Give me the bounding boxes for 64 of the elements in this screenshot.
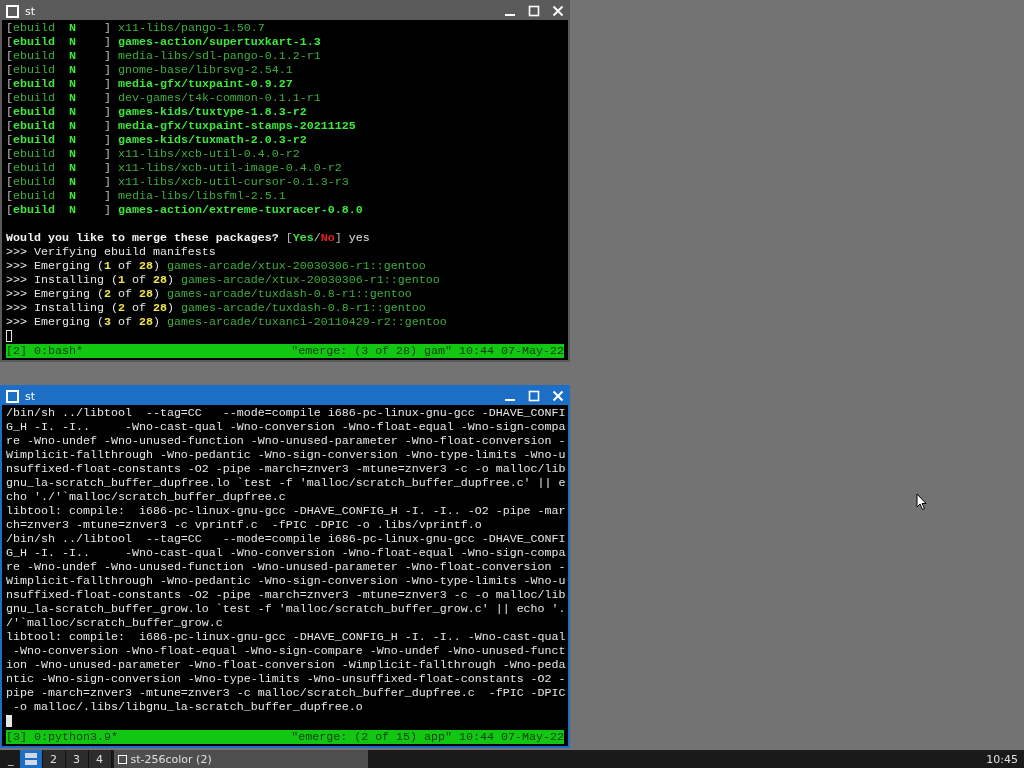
task-button[interactable]: st-256color (2) [113,750,368,768]
clock: 10:45 [986,752,1019,766]
terminal-line: >>> Emerging (3 of 28) games-arcade/tuxanci-20110429-r2::gentoo [6,315,448,329]
window-title: st [25,4,36,18]
terminal-line: /bin/sh ../libtool --tag=CC --mode=compile i686-pc-linux-gnu-gcc -DHAVE_CONFI [6,532,564,546]
terminal-line: [ebuild N ] x11-libs/xcb-util-0.4.0-r2 [6,147,301,161]
terminal-line: >>> Installing (2 of 28) games-arcade/tuxdash-0.8-r1::gentoo [6,301,427,315]
terminal-line: /'`malloc/scratch_buffer_grow.c [6,616,224,630]
terminal-line: Would you like to merge these packages? [Yes/No] yes [6,231,371,245]
tile-layout-icon [23,752,38,766]
close-icon[interactable] [552,5,564,17]
terminal-line: [ebuild N ] x11-libs/xcb-util-image-0.4.0-r2 [6,161,343,175]
terminal-line: gnu_la-scratch_buffer_grow.lo `test -f 'malloc/scratch_buffer_grow.c' || echo '. [6,602,564,616]
terminal-line: [ebuild N ] media-gfx/tuxpaint-0.9.27 [6,77,294,91]
terminal-line: gnu_la-scratch_buffer_dupfree.lo `test -f 'malloc/scratch_buffer_dupfree.c' || e [6,476,564,490]
terminal-line: libtool: compile: i686-pc-linux-gnu-gcc -DHAVE_CONFIG_H -I. -I.. -Wno-cast-qual [6,630,564,644]
terminal-line: [ebuild N ] games-action/extreme-tuxracer-0.8.0 [6,203,364,217]
maximize-icon[interactable] [528,390,540,402]
terminal-line: >>> Emerging (2 of 28) games-arcade/tuxdash-0.8-r1::gentoo [6,287,413,301]
terminal-line: >>> Verifying ebuild manifests [6,245,217,259]
terminal-line: [ebuild N ] gnome-base/librsvg-2.54.1 [6,63,294,77]
window-title: st [25,389,36,403]
workspace-tab[interactable] [19,750,43,768]
terminal-line: [ebuild N ] games-action/supertuxkart-1.3 [6,35,322,49]
window-icon[interactable] [6,389,19,403]
mouse-pointer-icon [916,493,928,511]
terminal-line: [ebuild N ] dev-games/t4k-common-0.1.1-r1 [6,91,322,105]
terminal-line: pipe -march=znver3 -mtune=znver3 -c malloc/scratch_buffer_dupfree.c -fPIC -DPIC [6,686,564,700]
terminal-line: libtool: compile: i686-pc-linux-gnu-gcc -DHAVE_CONFIG_H -I. -I.. -O2 -pipe -mar [6,504,564,518]
terminal-line: >>> Emerging (1 of 28) games-arcade/xtux-20030306-r1::gentoo [6,259,427,273]
workspace-tab[interactable]: 2 [42,750,66,768]
terminal-line: nsuffixed-float-constants -O2 -pipe -march=znver3 -mtune=znver3 -c -o malloc/lib [6,588,564,602]
terminal-line: [ebuild N ] media-libs/libsfml-2.5.1 [6,189,287,203]
terminal-line: re -Wno-undef -Wno-unused-function -Wno-unused-parameter -Wno-float-conversion - [6,560,564,574]
terminal-line: nsuffixed-float-constants -O2 -pipe -march=znver3 -mtune=znver3 -c -o malloc/lib [6,462,564,476]
terminal-line: [ebuild N ] x11-libs/xcb-util-cursor-0.1.3-r3 [6,175,350,189]
terminal-line: cho './'`malloc/scratch_buffer_dupfree.c [6,490,287,504]
terminal-line: >>> Installing (1 of 28) games-arcade/xtux-20030306-r1::gentoo [6,273,441,287]
workspace-tab[interactable]: 3 [65,750,89,768]
layout-symbol[interactable]: _ [0,752,20,766]
terminal-line: ch=znver3 -mtune=znver3 -c vprintf.c -fPIC -DPIC -o .libs/vprintf.o [6,518,483,532]
status-left: [3] 0:python3.9* [6,730,118,744]
terminal-line: -o malloc/.libs/libgnu_la-scratch_buffer_dupfree.o [12,700,364,714]
maximize-icon[interactable] [528,5,540,17]
terminal-line: [ebuild N ] media-libs/sdl-pango-0.1.2-r1 [6,49,322,63]
terminal-line: [ebuild N ] x11-libs/pango-1.50.7 [6,21,266,35]
workspace-tab[interactable]: 4 [88,750,112,768]
terminal-line: re -Wno-undef -Wno-unused-function -Wno-unused-parameter -Wno-float-conversion - [6,434,564,448]
status-right: "emerge: (3 of 28) gam" 10:44 07-May-22 [291,344,564,358]
window-icon[interactable] [6,4,19,18]
terminal-line: Wimplicit-fallthrough -Wno-pedantic -Wno-sign-conversion -Wno-type-limits -Wno-u [6,574,564,588]
close-icon[interactable] [552,390,564,402]
terminal-line: /bin/sh ../libtool --tag=CC --mode=compile i686-pc-linux-gnu-gcc -DHAVE_CONFI [6,406,564,420]
terminal-line: -Wno-conversion -Wno-float-equal -Wno-sign-compare -Wno-undef -Wno-unused-funct [12,644,564,658]
terminal-line: G_H -I. -I.. -Wno-cast-qual -Wno-conversion -Wno-float-equal -Wno-sign-compa [6,546,564,560]
terminal-line: [ebuild N ] media-gfx/tuxpaint-stamps-20211125 [6,119,357,133]
terminal-line: ntic -Wno-sign-conversion -Wno-type-limits -Wno-unsuffixed-float-constants -O2 - [6,672,564,686]
terminal-line: [ebuild N ] games-kids/tuxtype-1.8.3-r2 [6,105,308,119]
terminal-line: ion -Wno-unused-parameter -Wno-float-conversion -Wimplicit-fallthrough -Wno-peda [6,658,564,672]
terminal-line: [ebuild N ] games-kids/tuxmath-2.0.3-r2 [6,133,308,147]
terminal-line: Wimplicit-fallthrough -Wno-pedantic -Wno-sign-conversion -Wno-type-limits -Wno-u [6,448,564,462]
terminal-line: G_H -I. -I.. -Wno-cast-qual -Wno-conversion -Wno-float-equal -Wno-sign-compa [6,420,564,434]
status-left: [2] 0:bash* [6,344,83,358]
status-right: "emerge: (2 of 15) app" 10:44 07-May-22 [291,730,564,744]
